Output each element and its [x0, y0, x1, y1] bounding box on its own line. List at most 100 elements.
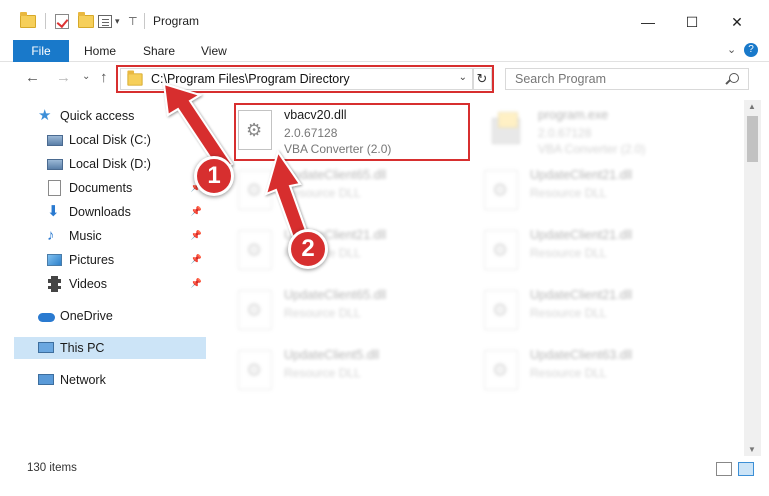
dll-file-icon [238, 350, 272, 390]
status-bar: 130 items [0, 456, 769, 486]
sidebar-item-label: Quick access [60, 109, 135, 123]
forward-button[interactable]: → [56, 69, 71, 86]
window-title: Program [153, 14, 200, 28]
network-icon [38, 372, 54, 388]
navigation-bar: ← → ⌄ ↑ C:\Program Files\Program Directo… [0, 62, 769, 96]
scroll-thumb[interactable] [747, 116, 758, 162]
sidebar-item-label: OneDrive [60, 309, 113, 323]
tab-share[interactable]: Share [143, 44, 175, 58]
sidebar-item-label: Music [69, 229, 102, 243]
sidebar-item-this-pc[interactable]: This PC [14, 337, 206, 359]
details-view-icon[interactable] [716, 462, 732, 476]
computer-icon [38, 340, 54, 356]
maximize-button[interactable]: ☐ [669, 8, 715, 36]
file-description: VBA Converter (2.0) [538, 142, 646, 156]
sidebar-item-pictures[interactable]: Pictures 📌 [14, 249, 206, 271]
customize-toolbar-icon[interactable]: ⊤ [128, 10, 138, 32]
file-type: Resource DLL [530, 246, 607, 260]
file-version: 2.0.67128 [538, 126, 592, 140]
file-highlight-box [234, 103, 470, 161]
step-1-badge: 1 [194, 156, 234, 196]
minimize-button[interactable]: — [625, 8, 671, 36]
pin-icon[interactable]: 📌 [191, 278, 202, 289]
search-icon [729, 73, 739, 83]
tab-view[interactable]: View [201, 44, 227, 58]
tb-separator-2 [144, 10, 145, 32]
file-name: UpdateClient65.dll [284, 168, 387, 182]
dll-file-icon [484, 350, 518, 390]
file-type: Resource DLL [530, 306, 607, 320]
new-folder-icon[interactable] [78, 10, 94, 32]
disk-icon [47, 132, 63, 148]
properties-check-icon[interactable] [55, 10, 69, 32]
file-type: Resource DLL [284, 366, 361, 380]
file-name: UpdateClient21.dll [530, 168, 633, 182]
up-button[interactable]: ↑ [100, 69, 108, 86]
file-item[interactable]: UpdateClient65.dll Resource DLL [238, 286, 468, 338]
file-item[interactable]: UpdateClient5.dll Resource DLL [238, 346, 468, 398]
music-icon: ♪ [47, 227, 55, 244]
expand-ribbon-icon[interactable]: ⌄ [727, 43, 736, 56]
help-icon[interactable]: ? [744, 43, 758, 57]
sidebar-item-label: Documents [69, 181, 133, 195]
dll-file-icon [238, 290, 272, 330]
sidebar-item-videos[interactable]: Videos 📌 [14, 273, 206, 295]
dll-file-icon [484, 290, 518, 330]
sidebar-item-local-disk-d[interactable]: Local Disk (D:) [14, 153, 206, 175]
dll-file-icon [238, 230, 272, 270]
search-input[interactable]: Search Program [505, 68, 749, 90]
tiles-view-icon[interactable] [738, 462, 754, 476]
sidebar-item-music[interactable]: ♪ Music 📌 [14, 225, 206, 247]
dll-file-icon [238, 170, 272, 210]
sidebar-item-label: Pictures [69, 253, 115, 267]
file-name: UpdateClient63.dll [530, 348, 633, 362]
sidebar-item-label: This PC [60, 341, 105, 355]
sidebar-item-local-disk-c[interactable]: Local Disk (C:) [14, 129, 206, 151]
cloud-icon [38, 308, 55, 324]
close-button[interactable]: ✕ [714, 8, 760, 36]
file-item[interactable]: UpdateClient21.dll Resource DLL [484, 286, 714, 338]
document-icon [47, 180, 63, 196]
pin-icon[interactable]: 📌 [191, 230, 202, 241]
file-item[interactable]: UpdateClient21.dll Resource DLL [238, 226, 468, 278]
scroll-down-icon[interactable]: ▼ [748, 445, 756, 454]
search-placeholder: Search Program [515, 72, 607, 86]
file-item[interactable]: UpdateClient63.dll Resource DLL [484, 346, 714, 398]
file-item-program-exe[interactable]: program.exe 2.0.67128 VBA Converter (2.0… [492, 106, 722, 158]
file-name: UpdateClient21.dll [530, 228, 633, 242]
scroll-up-icon[interactable]: ▲ [748, 102, 756, 111]
chevron-down-icon[interactable]: ▾ [115, 10, 120, 32]
sidebar-item-label: Videos [69, 277, 107, 291]
disk-icon [47, 156, 63, 172]
sidebar-item-documents[interactable]: Documents 📌 [14, 177, 206, 199]
exe-file-icon [492, 112, 524, 146]
videos-icon [47, 276, 63, 292]
address-highlight-box [116, 65, 494, 93]
vertical-scrollbar[interactable]: ▲ ▼ [744, 100, 761, 456]
sidebar-item-network[interactable]: Network [0, 369, 192, 391]
dll-file-icon [484, 230, 518, 270]
file-item[interactable]: UpdateClient65.dll Resource DLL [238, 166, 468, 218]
pin-icon[interactable]: 📌 [191, 206, 202, 217]
tb-separator [45, 10, 46, 32]
sidebar-item-quick-access[interactable]: ★ Quick access [0, 105, 192, 127]
sidebar-item-downloads[interactable]: ⬇ Downloads 📌 [14, 201, 206, 223]
dll-file-icon [484, 170, 518, 210]
item-count: 130 items [27, 462, 77, 474]
back-button[interactable]: ← [25, 69, 40, 86]
pin-icon[interactable]: 📌 [191, 254, 202, 265]
ribbon-tabs: File Home Share View ⌄ ? [0, 40, 769, 62]
title-bar: ▾ ⊤ Program — ☐ ✕ [0, 0, 769, 40]
sidebar-item-label: Local Disk (C:) [69, 133, 151, 147]
file-item[interactable]: UpdateClient21.dll Resource DLL [484, 166, 714, 218]
properties-icon[interactable] [98, 10, 112, 32]
recent-locations-button[interactable]: ⌄ [82, 71, 90, 82]
tab-home[interactable]: Home [84, 44, 116, 58]
file-type: Resource DLL [284, 306, 361, 320]
file-name: UpdateClient21.dll [530, 288, 633, 302]
sidebar-item-label: Network [60, 373, 106, 387]
tab-file[interactable]: File [13, 40, 69, 62]
sidebar-item-onedrive[interactable]: OneDrive [0, 305, 192, 327]
sidebar-item-label: Downloads [69, 205, 131, 219]
file-item[interactable]: UpdateClient21.dll Resource DLL [484, 226, 714, 278]
